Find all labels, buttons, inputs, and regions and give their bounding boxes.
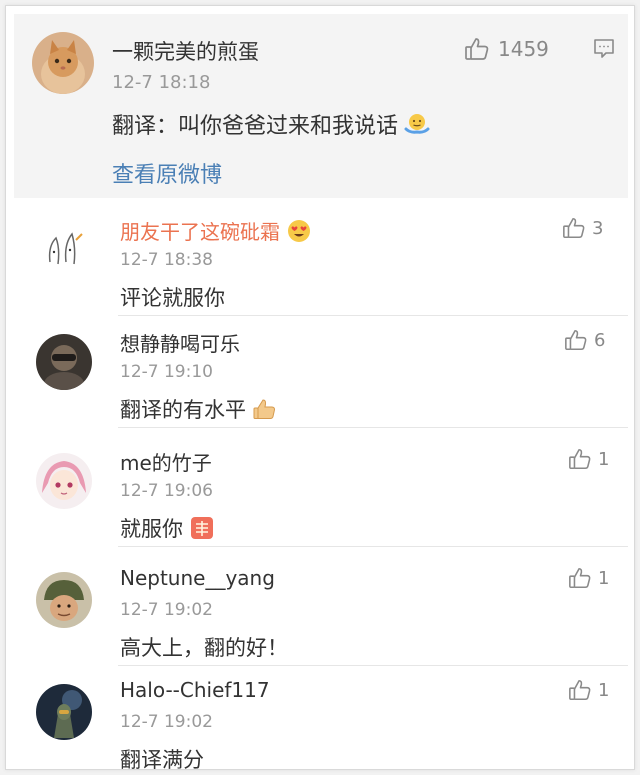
avatar[interactable] [36,453,92,509]
comment-icon[interactable] [592,36,616,60]
comment-item: me的竹子 12-7 19:06 就服你 1 [14,435,628,547]
heart-eyes-emoji [286,218,312,244]
thumbs-up-icon [562,216,586,240]
like-count: 3 [592,217,604,239]
comment-text: 高大上，翻的好！ [120,636,288,660]
comment-text: 评论就服你 [120,286,225,310]
avatar[interactable] [36,222,92,278]
view-original-weibo-link[interactable]: 查看原微博 [112,157,222,189]
like-count: 1 [598,567,610,589]
comment-item: Neptune__yang 12-7 19:02 高大上，翻的好！ 1 [14,554,628,666]
comment-item: 朋友干了这碗砒霜 12-7 18:38 评论就服你 3 [14,204,628,316]
divider [118,546,628,547]
comment-text: 翻译：叫你爸爸过来和我说话 [112,108,430,140]
avatar[interactable] [36,334,92,390]
like-button[interactable]: 3 [562,216,603,240]
thumbs-up-icon [564,328,588,352]
avatar[interactable] [32,32,94,94]
timestamp: 12-7 18:18 [112,72,211,93]
comment-item: 想静静喝可乐 12-7 19:10 翻译的有水平 6 [14,316,628,428]
author-name-text: 朋友干了这碗砒霜 [120,220,280,244]
timestamp: 12-7 19:10 [120,362,213,382]
like-button[interactable]: 1 [568,566,609,590]
like-count: 1 [598,679,610,701]
like-count: 1459 [498,37,549,61]
comment-text: 就服你 [120,513,215,543]
thumbs-up-icon [568,566,592,590]
timestamp: 12-7 19:02 [120,712,213,732]
avatar[interactable] [36,572,92,628]
shrug-emoji [404,111,430,137]
author-name[interactable]: 想静静喝可乐 [120,328,240,357]
timestamp: 12-7 18:38 [120,250,213,270]
like-button[interactable]: 1 [568,447,609,471]
like-count: 6 [594,329,606,351]
timestamp: 12-7 19:06 [120,481,213,501]
author-name[interactable]: me的竹子 [120,447,212,476]
thumbs-up-icon [568,678,592,702]
like-button[interactable]: 1459 [464,36,549,62]
like-count: 1 [598,448,610,470]
original-comment: 一颗完美的煎蛋 12-7 18:18 翻译：叫你爸爸过来和我说话 查看原微博 1… [14,14,628,198]
comment-text: 翻译的有水平 [120,394,278,424]
respect-emoji [189,515,215,541]
author-name[interactable]: 朋友干了这碗砒霜 [120,216,312,245]
author-name[interactable]: Neptune__yang [120,566,275,590]
comment-text-content: 翻译：叫你爸爸过来和我说话 [112,114,399,139]
author-name[interactable]: Halo--Chief117 [120,678,270,702]
thumbs-up-emoji [252,396,278,422]
divider [118,427,628,428]
comment-text-content: 翻译的有水平 [120,398,246,422]
thumbs-up-icon [464,36,490,62]
thumbs-up-icon [568,447,592,471]
timestamp: 12-7 19:02 [120,600,213,620]
comment-item: Halo--Chief117 12-7 19:02 翻译满分 1 [14,666,628,772]
like-button[interactable]: 1 [568,678,609,702]
comment-text-content: 就服你 [120,517,183,541]
comment-panel: 一颗完美的煎蛋 12-7 18:18 翻译：叫你爸爸过来和我说话 查看原微博 1… [5,5,635,772]
like-button[interactable]: 6 [564,328,605,352]
author-name[interactable]: 一颗完美的煎蛋 [112,36,259,66]
comment-text: 翻译满分 [120,748,204,772]
avatar[interactable] [36,684,92,740]
